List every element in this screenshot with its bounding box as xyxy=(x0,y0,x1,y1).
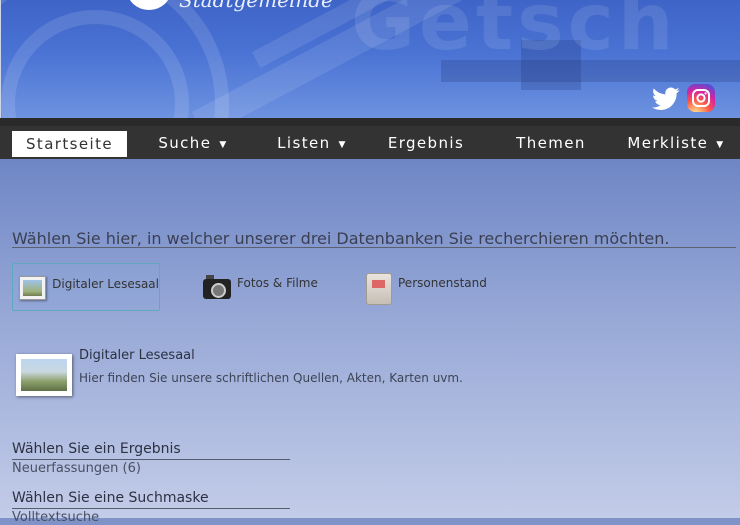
nav-item-label: Suche xyxy=(158,134,212,152)
nav-item-themen[interactable]: Themen xyxy=(505,131,597,155)
db-option-fotos-filme[interactable]: Fotos & Filme xyxy=(203,263,343,309)
main-content: Wählen Sie hier, in welcher unserer drei… xyxy=(0,159,740,525)
nav-item-listen[interactable]: Listen ▼ xyxy=(262,131,362,155)
db-option-digitaler-lesesaal[interactable]: Digitaler Lesesaal xyxy=(12,263,160,311)
db-option-personenstand[interactable]: Personenstand xyxy=(366,263,506,309)
detail-thumbnail xyxy=(16,354,72,396)
nav-item-label: Ergebnis xyxy=(387,134,465,152)
banner-watermark: Getsch xyxy=(351,0,678,68)
divider xyxy=(12,508,290,509)
nav-item-label: Merkliste xyxy=(627,134,709,152)
divider xyxy=(12,247,736,248)
nav-item-suche[interactable]: Suche ▼ xyxy=(143,131,243,155)
db-option-label: Personenstand xyxy=(398,276,487,290)
divider xyxy=(12,459,290,460)
results-section-title: Wählen Sie ein Ergebnis xyxy=(12,441,181,457)
twitter-link[interactable] xyxy=(651,84,681,114)
detail-description: Hier finden Sie unsere schriftlichen Que… xyxy=(79,371,463,385)
nav-item-label: Startseite xyxy=(26,135,113,153)
chevron-down-icon: ▼ xyxy=(219,140,228,150)
db-option-label: Digitaler Lesesaal xyxy=(52,277,159,291)
nav-item-ergebnis[interactable]: Ergebnis xyxy=(380,131,472,155)
nav-item-label: Listen xyxy=(277,134,331,152)
detail-title: Digitaler Lesesaal xyxy=(79,348,195,363)
instagram-icon xyxy=(692,89,710,107)
chevron-down-icon: ▼ xyxy=(716,140,725,150)
db-option-label: Fotos & Filme xyxy=(237,276,318,290)
document-image-icon xyxy=(19,276,47,300)
intro-heading: Wählen Sie hier, in welcher unserer drei… xyxy=(12,229,670,248)
instagram-link[interactable] xyxy=(687,84,715,112)
nav-item-label: Themen xyxy=(516,134,586,152)
search-section-title: Wählen Sie eine Suchmaske xyxy=(12,490,209,506)
header-banner: Getsch Stadtgemeinde xyxy=(0,0,740,118)
twitter-icon xyxy=(652,87,680,110)
main-nav: Startseite Suche ▼ Listen ▼ Ergebnis Theme… xyxy=(0,118,740,159)
registry-icon xyxy=(366,273,392,305)
nav-item-startseite[interactable]: Startseite xyxy=(12,131,127,157)
result-link[interactable]: Neuerfassungen (6) xyxy=(12,461,141,476)
chevron-down-icon: ▼ xyxy=(338,140,347,150)
site-subtitle: Stadtgemeinde xyxy=(179,0,333,12)
nav-item-merkliste[interactable]: Merkliste ▼ xyxy=(620,131,732,155)
camera-icon xyxy=(203,275,231,299)
